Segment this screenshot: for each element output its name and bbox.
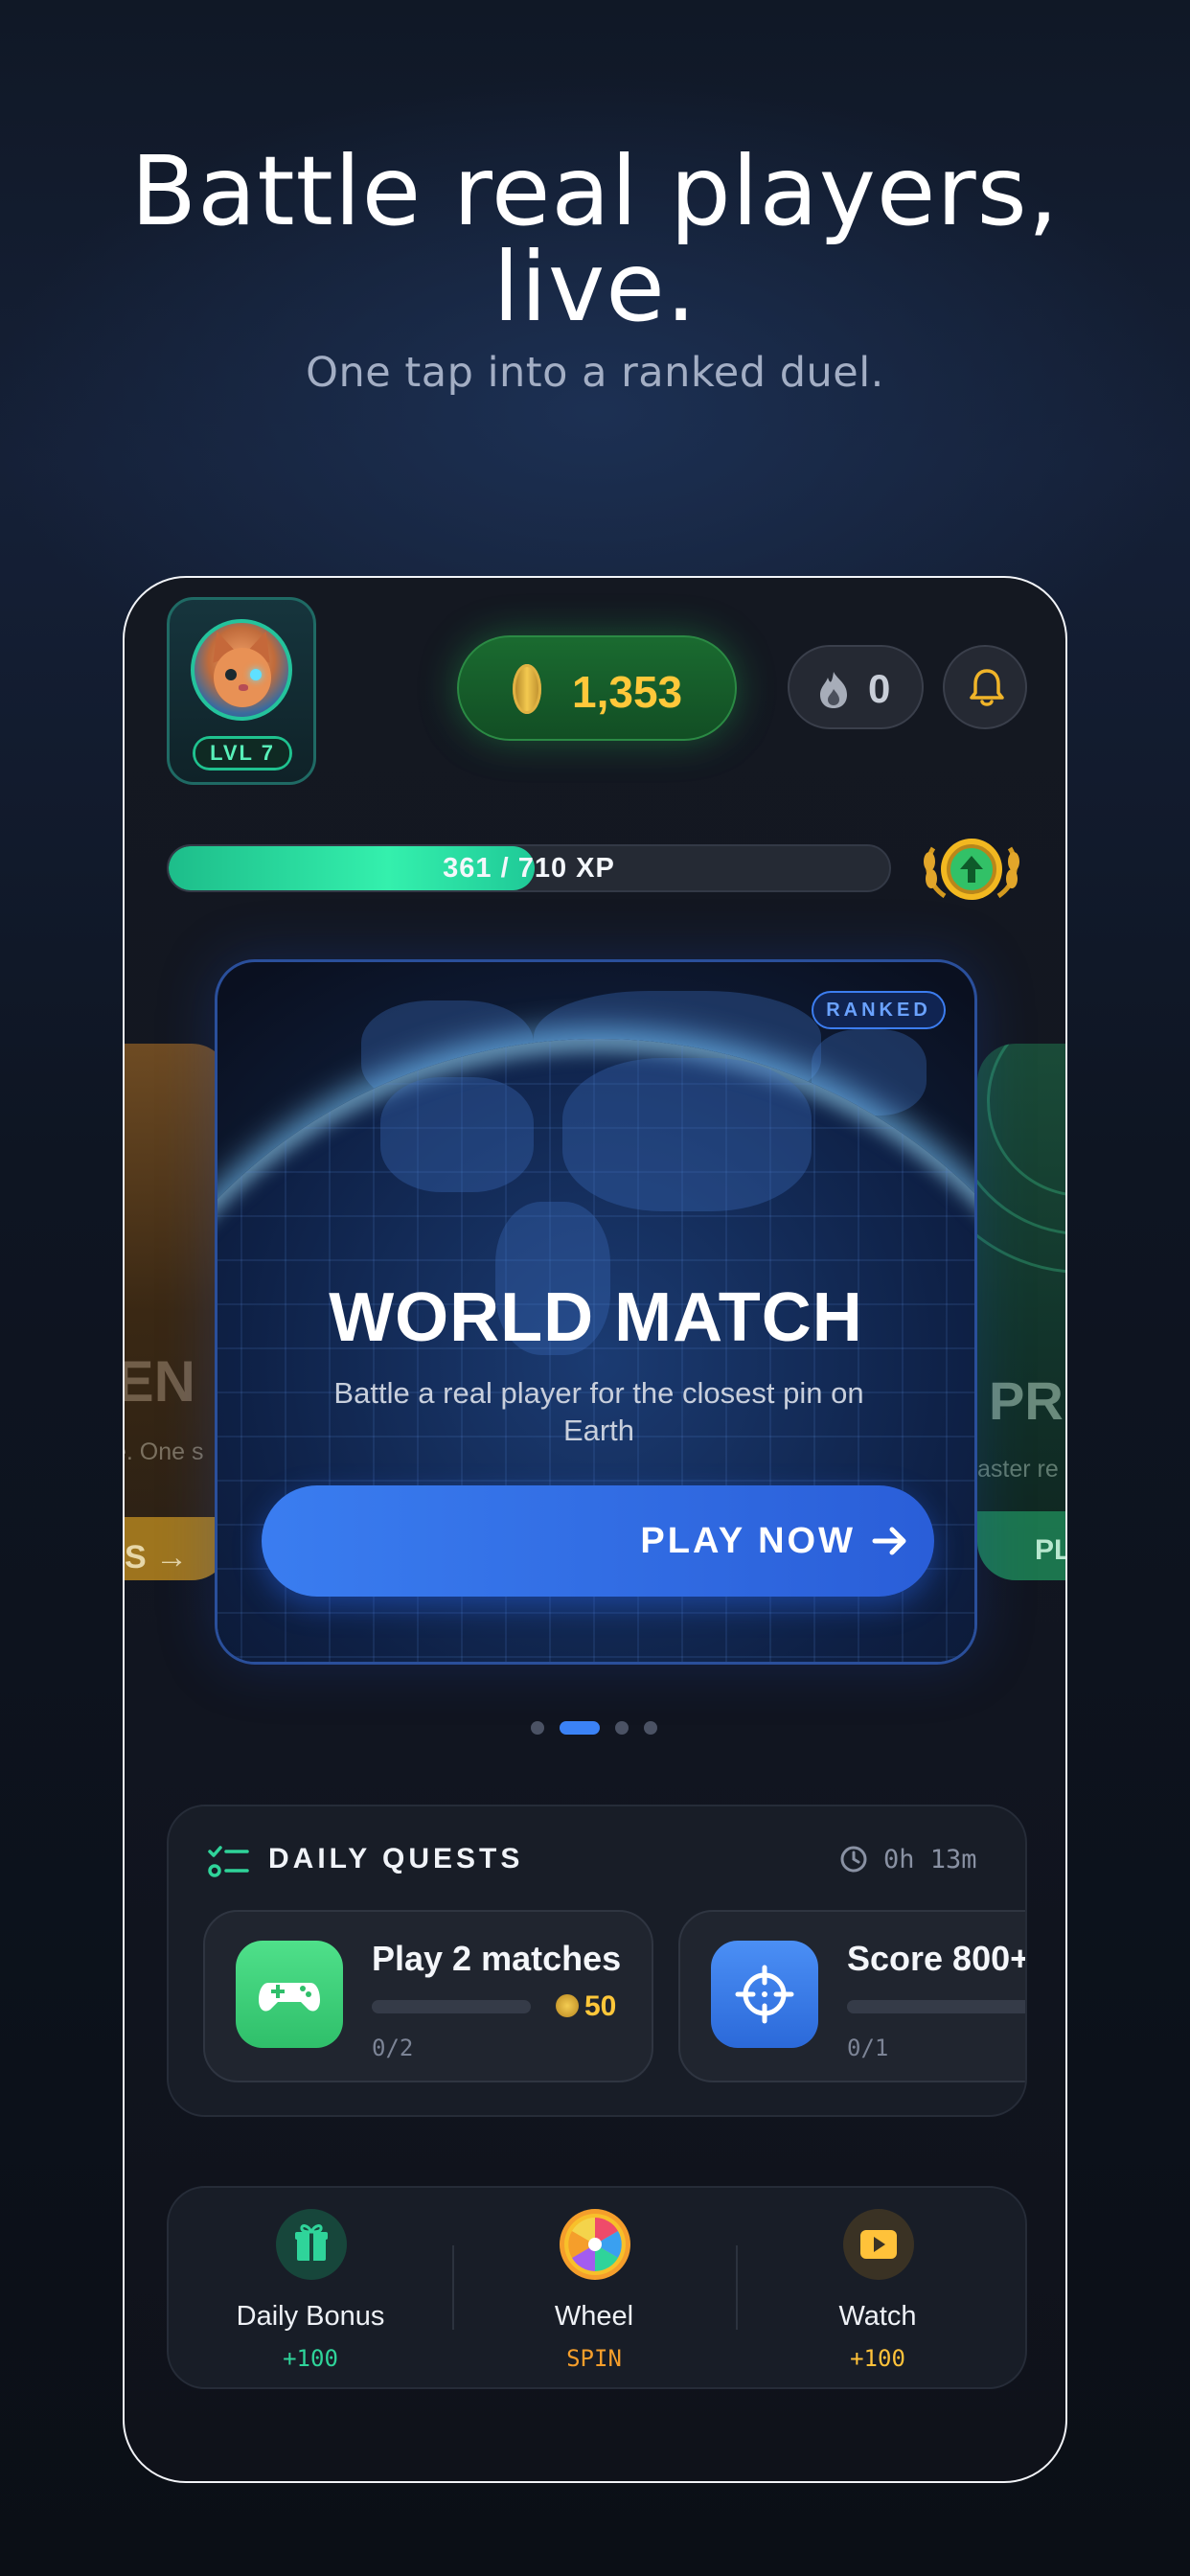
clock-icon xyxy=(840,1846,867,1873)
ranked-badge: RANKED xyxy=(812,991,946,1029)
prev-card-title: LEN xyxy=(123,1349,195,1414)
crosshair-icon xyxy=(711,1941,818,2048)
app-screen: LVL 7 1,353 0 361 / 710 XP LEN e. One xyxy=(123,576,1067,2483)
coin-icon xyxy=(556,1994,579,2017)
headline-line-1: Battle real players, xyxy=(130,135,1060,247)
prev-card-desc: e. One s xyxy=(125,1438,204,1465)
prev-card-button-label: S → xyxy=(125,1539,189,1576)
pagination-dot[interactable] xyxy=(615,1721,629,1735)
checklist-icon xyxy=(208,1846,249,1877)
play-now-label: PLAY NOW xyxy=(640,1521,856,1561)
next-card-desc: aster re xyxy=(977,1456,1059,1483)
next-card-title: PR xyxy=(989,1370,1064,1431)
watch-label: Watch xyxy=(838,2301,917,2332)
flame-icon xyxy=(820,672,847,708)
pagination-dot[interactable] xyxy=(531,1721,544,1735)
bell-icon xyxy=(970,669,1004,706)
quest-card[interactable]: Score 800+ 0/1 xyxy=(678,1910,1027,2082)
daily-quests-panel: DAILY QUESTS 0h 13m Play 2 matches 50 0/… xyxy=(167,1805,1027,2117)
daily-bonus-label: Daily Bonus xyxy=(236,2301,385,2332)
streak-count: 0 xyxy=(868,666,891,711)
quests-title: DAILY QUESTS xyxy=(268,1843,524,1874)
promo-headline: Battle real players, live. xyxy=(0,144,1190,335)
quest-progress-bar xyxy=(847,2000,1025,2013)
rank-up-icon[interactable] xyxy=(916,829,1027,909)
streak-counter[interactable]: 0 xyxy=(788,645,924,729)
level-badge: LVL 7 xyxy=(193,736,292,770)
quick-actions-bar: Daily Bonus +100 Wheel SPIN Watch +100 xyxy=(167,2186,1027,2389)
card-title: WORLD MATCH xyxy=(329,1279,863,1356)
coin-balance[interactable]: 1,353 xyxy=(457,635,737,741)
quest-progress: 0/2 xyxy=(372,2035,414,2061)
wheel-label: Wheel xyxy=(554,2301,634,2332)
gift-icon xyxy=(276,2209,347,2280)
pagination-dot[interactable] xyxy=(644,1721,657,1735)
coin-icon xyxy=(513,664,541,714)
arrow-right-icon xyxy=(872,1527,906,1555)
pagination-dot[interactable] xyxy=(560,1721,600,1735)
wheel-value: SPIN xyxy=(566,2345,622,2372)
play-now-button[interactable]: PLAY NOW xyxy=(262,1485,934,1597)
next-card-button-label: PL xyxy=(1035,1534,1065,1566)
daily-bonus-value: +100 xyxy=(283,2345,338,2372)
quests-timer: 0h 13m xyxy=(883,1845,977,1874)
coin-count: 1,353 xyxy=(572,667,683,717)
wheel-icon xyxy=(560,2209,630,2280)
gamepad-icon xyxy=(236,1941,343,2048)
xp-progress-bar: 361 / 710 XP xyxy=(167,844,891,892)
profile-card[interactable]: LVL 7 xyxy=(167,597,316,785)
watch-value: +100 xyxy=(850,2345,905,2372)
quest-name: Play 2 matches xyxy=(372,1939,622,1978)
play-video-icon xyxy=(843,2209,914,2280)
promo-subheadline: One tap into a ranked duel. xyxy=(306,349,884,397)
level-label: LVL 7 xyxy=(195,739,289,768)
world-match-card[interactable]: RANKED WORLD MATCH Battle a real player … xyxy=(215,959,977,1665)
quest-reward: 50 xyxy=(584,1990,617,2022)
headline-line-2: live. xyxy=(492,231,698,343)
quest-progress-bar xyxy=(372,2000,531,2013)
carousel-card-next[interactable]: PR aster re PL xyxy=(977,1044,1065,1580)
daily-bonus-button[interactable]: Daily Bonus +100 xyxy=(169,2188,452,2391)
quest-name: Score 800+ xyxy=(847,1939,1027,1978)
watch-button[interactable]: Watch +100 xyxy=(736,2188,1019,2391)
quest-card[interactable]: Play 2 matches 50 0/2 xyxy=(203,1910,653,2082)
quest-progress: 0/1 xyxy=(847,2035,889,2061)
xp-label: 361 / 710 XP xyxy=(443,853,615,884)
avatar xyxy=(191,619,292,721)
card-description: Battle a real player for the closest pin… xyxy=(333,1376,864,1447)
notifications-button[interactable] xyxy=(943,645,1027,729)
wheel-button[interactable]: Wheel SPIN xyxy=(452,2188,736,2391)
